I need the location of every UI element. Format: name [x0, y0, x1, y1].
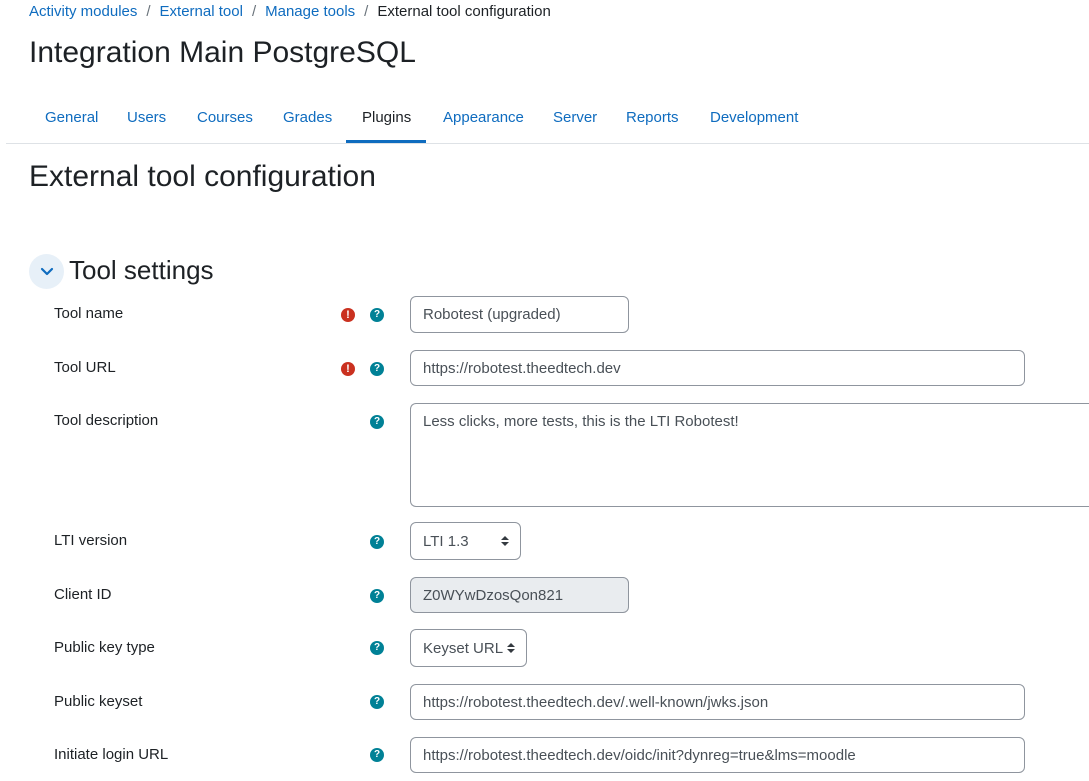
help-icon[interactable]: ?: [370, 748, 384, 762]
required-icon[interactable]: !: [341, 362, 355, 376]
tool-url-label: Tool URL: [54, 359, 116, 376]
tab-server[interactable]: Server: [553, 91, 597, 144]
form-row-initiate-login-url: Initiate login URL ? https://robotest.th…: [0, 737, 1089, 773]
breadcrumb-activity-modules[interactable]: Activity modules: [29, 3, 137, 21]
tool-name-input[interactable]: Robotest (upgraded): [410, 296, 629, 333]
public-key-type-select[interactable]: Keyset URL: [410, 629, 527, 667]
select-caret-icon: [501, 536, 509, 546]
required-icon[interactable]: !: [341, 308, 355, 322]
breadcrumb-separator: /: [251, 3, 257, 20]
active-tab-indicator: [346, 140, 426, 143]
section-collapse-button[interactable]: [29, 254, 64, 289]
help-icon[interactable]: ?: [370, 308, 384, 322]
chevron-down-icon: [40, 267, 53, 275]
site-title: Integration Main PostgreSQL: [29, 36, 416, 69]
initiate-login-url-label: Initiate login URL: [54, 746, 169, 763]
tool-url-value: https://robotest.theedtech.dev: [423, 359, 621, 377]
public-keyset-label: Public keyset: [54, 693, 143, 710]
initiate-login-url-input[interactable]: https://robotest.theedtech.dev/oidc/init…: [410, 737, 1025, 773]
lti-version-label: LTI version: [54, 532, 128, 549]
help-icon[interactable]: ?: [370, 641, 384, 655]
help-icon[interactable]: ?: [370, 589, 384, 603]
tab-grades[interactable]: Grades: [283, 91, 332, 144]
form-row-public-key-type: Public key type ? Keyset URL: [0, 629, 1089, 667]
tab-appearance[interactable]: Appearance: [443, 91, 524, 144]
tab-general[interactable]: General: [45, 91, 98, 144]
form-row-tool-url: Tool URL ! ? https://robotest.theedtech.…: [0, 350, 1089, 388]
help-icon[interactable]: ?: [370, 695, 384, 709]
tab-users[interactable]: Users: [127, 91, 166, 144]
page-heading: External tool configuration: [29, 160, 376, 193]
public-keyset-input[interactable]: https://robotest.theedtech.dev/.well-kno…: [410, 684, 1025, 720]
tool-description-textarea[interactable]: Less clicks, more tests, this is the LTI…: [410, 403, 1089, 507]
client-id-label: Client ID: [54, 586, 112, 603]
tab-plugins[interactable]: Plugins: [362, 91, 411, 144]
tool-description-value: Less clicks, more tests, this is the LTI…: [423, 413, 739, 430]
tool-description-label: Tool description: [54, 412, 159, 429]
public-key-type-label: Public key type: [54, 639, 155, 656]
help-icon[interactable]: ?: [370, 535, 384, 549]
tab-courses[interactable]: Courses: [197, 91, 253, 144]
breadcrumb-external-tool[interactable]: External tool: [160, 3, 243, 21]
breadcrumb-manage-tools[interactable]: Manage tools: [265, 3, 355, 21]
form-row-public-keyset: Public keyset ? https://robotest.theedte…: [0, 684, 1089, 720]
help-icon[interactable]: ?: [370, 362, 384, 376]
breadcrumb-separator: /: [146, 3, 151, 20]
client-id-value: Z0WYwDzosQon821: [423, 586, 564, 604]
form-row-client-id: Client ID ? Z0WYwDzosQon821: [0, 577, 1089, 613]
form-row-lti-version: LTI version ? LTI 1.3: [0, 522, 1089, 560]
lti-version-select[interactable]: LTI 1.3: [410, 522, 521, 560]
breadcrumb: Activity modules / External tool / Manag…: [29, 3, 551, 21]
admin-tabs: General Users Courses Grades Plugins App…: [6, 91, 1089, 144]
tool-url-input[interactable]: https://robotest.theedtech.dev: [410, 350, 1025, 386]
tool-name-label: Tool name: [54, 305, 124, 322]
form-row-tool-name: Tool name ! ? Robotest (upgraded): [0, 296, 1089, 334]
tab-reports[interactable]: Reports: [626, 91, 679, 144]
breadcrumb-separator: /: [364, 3, 369, 20]
client-id-input: Z0WYwDzosQon821: [410, 577, 629, 613]
help-icon[interactable]: ?: [370, 415, 384, 429]
section-title: Tool settings: [69, 255, 214, 285]
lti-version-value: LTI 1.3: [423, 532, 469, 550]
tab-development[interactable]: Development: [710, 91, 798, 144]
select-caret-icon: [507, 643, 515, 653]
breadcrumb-current: External tool configuration: [377, 3, 551, 20]
public-key-type-value: Keyset URL: [423, 639, 504, 657]
form-row-tool-description: Tool description ? Less clicks, more tes…: [0, 403, 1089, 507]
tool-name-value: Robotest (upgraded): [423, 306, 561, 323]
initiate-login-url-value: https://robotest.theedtech.dev/oidc/init…: [423, 746, 856, 764]
public-keyset-value: https://robotest.theedtech.dev/.well-kno…: [423, 693, 769, 711]
